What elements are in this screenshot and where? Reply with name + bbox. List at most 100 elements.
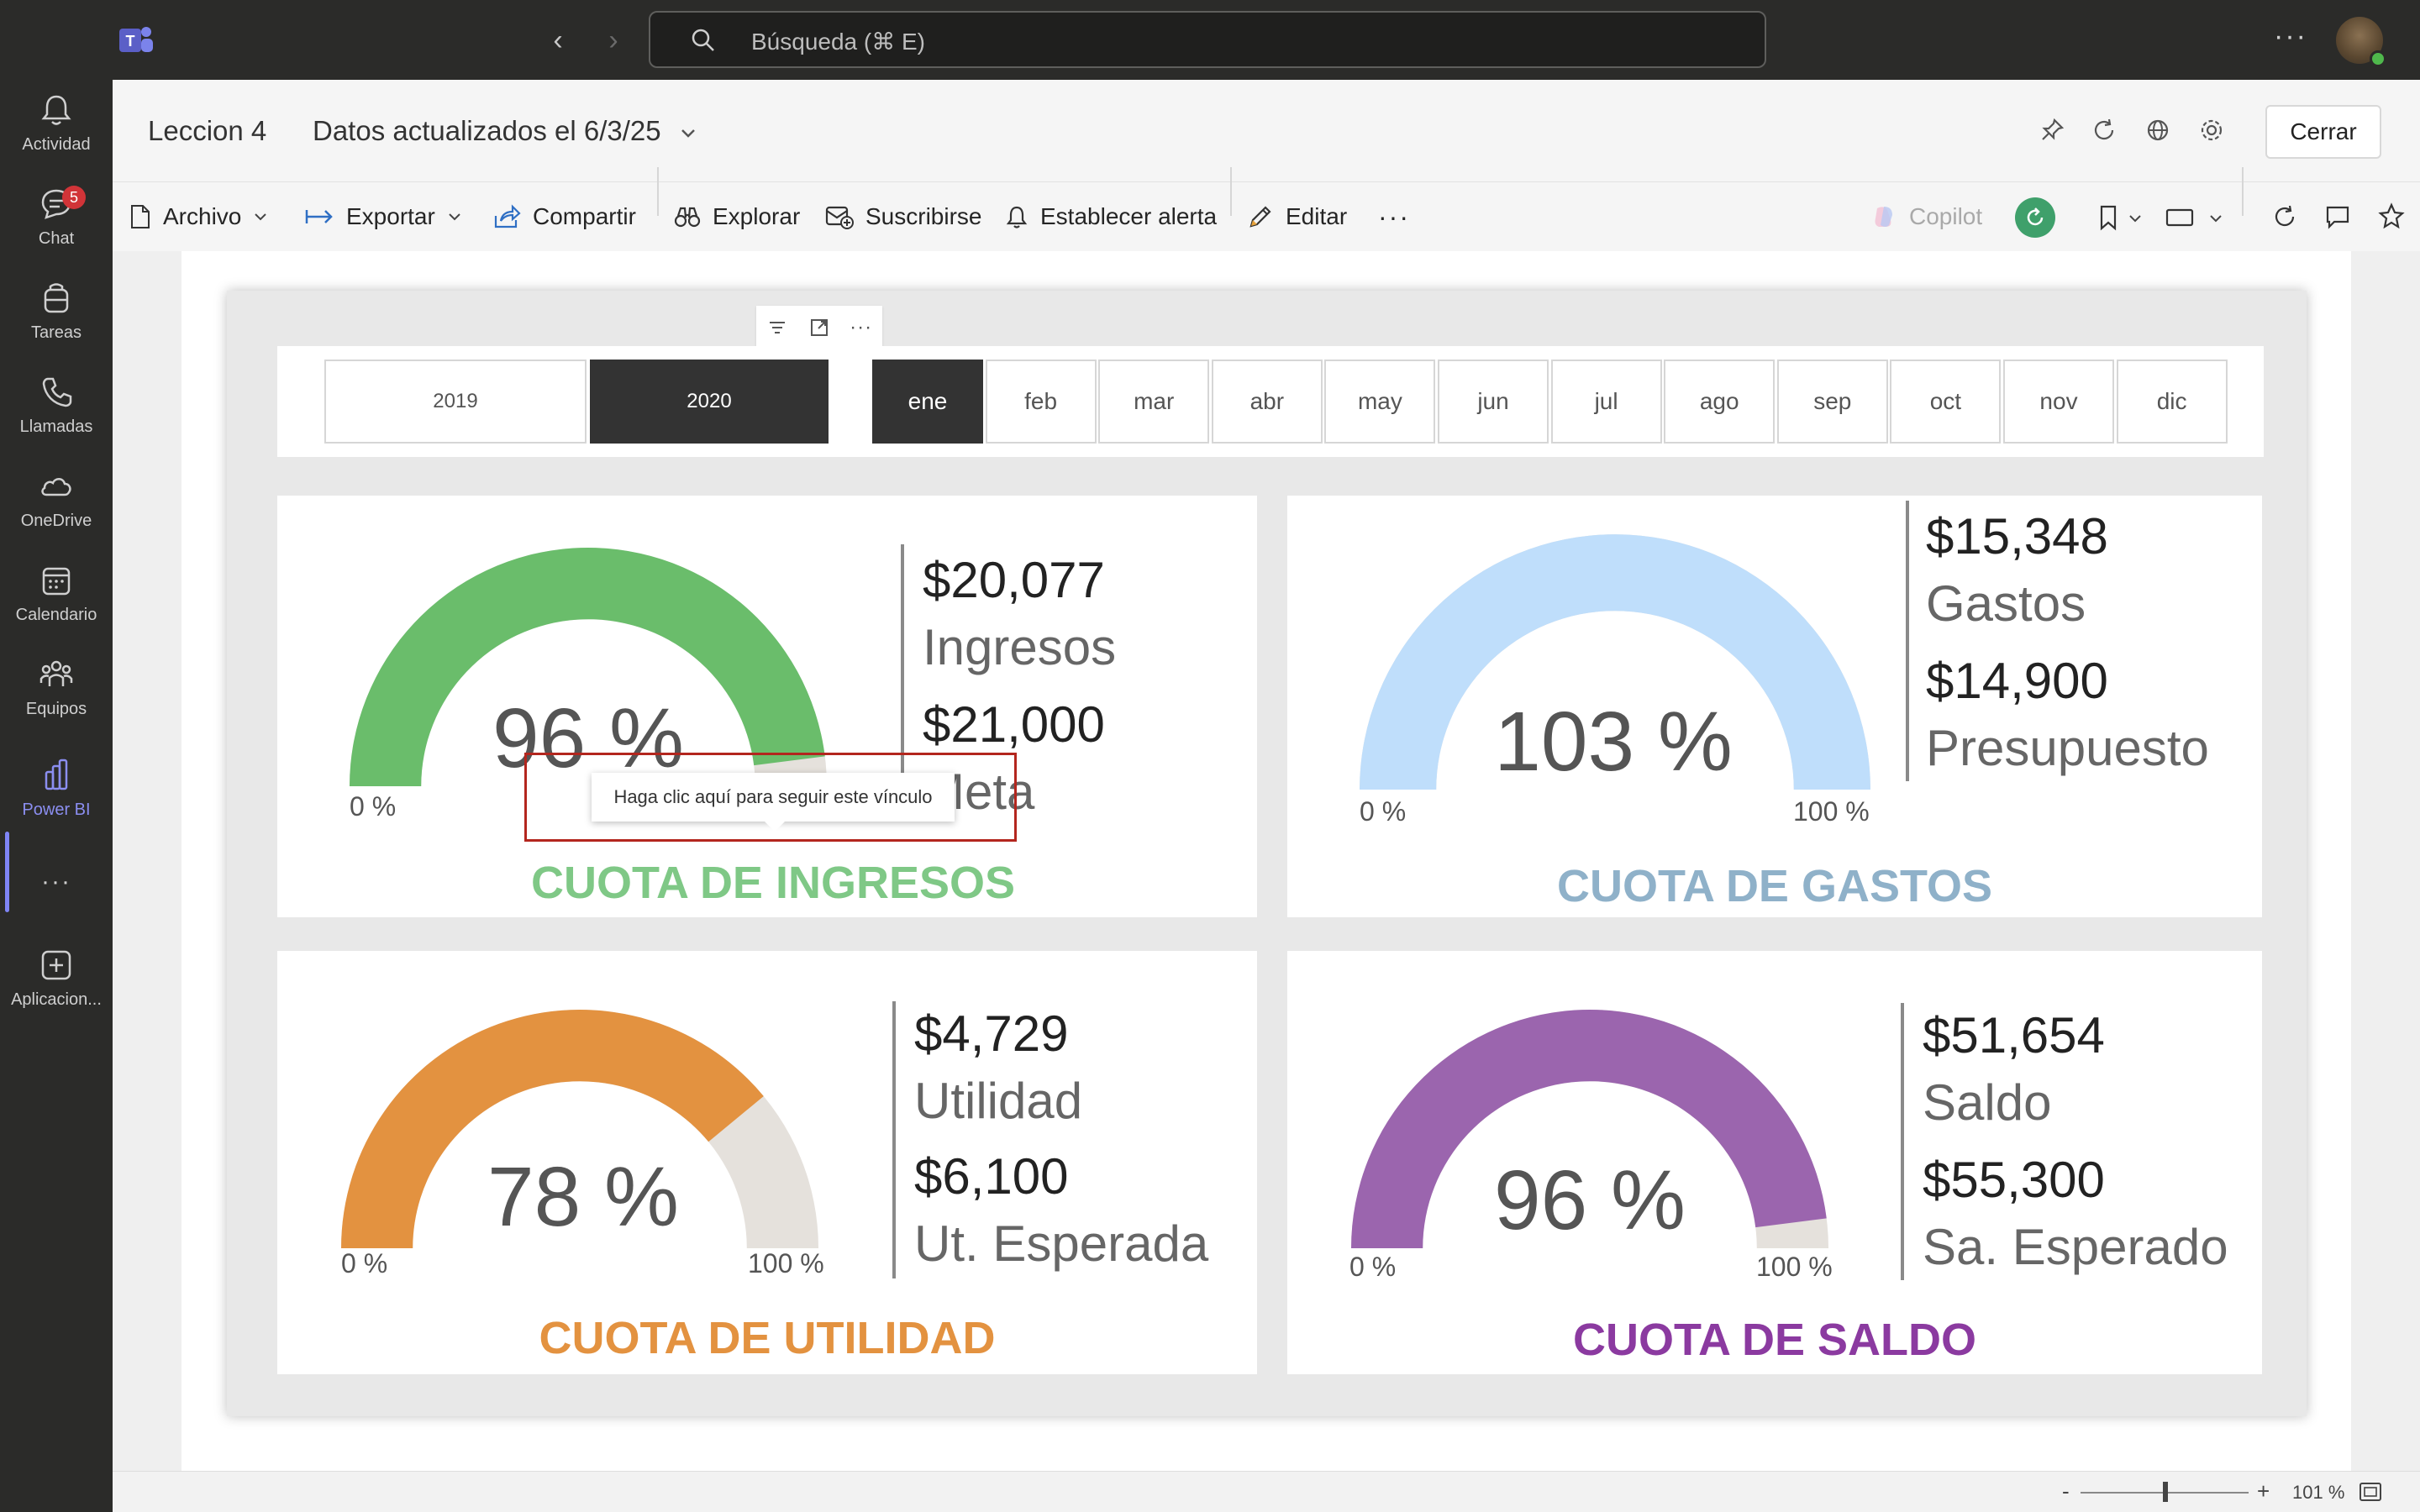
chevron-down-icon[interactable] (2208, 211, 2223, 226)
zoom-in-button[interactable]: + (2257, 1478, 2270, 1504)
suscribirse-label: Suscribirse (865, 203, 982, 229)
month-slicer-jun[interactable]: jun (1438, 360, 1549, 444)
rail-item-tareas[interactable]: Tareas (0, 280, 113, 364)
month-slicer-nov[interactable]: nov (2003, 360, 2114, 444)
year-slicer-2019[interactable]: 2019 (324, 360, 587, 444)
rail-more-icon[interactable]: ··· (0, 868, 113, 952)
kpi-divider (1906, 501, 1909, 781)
tasks-icon (44, 283, 69, 313)
focus-mode-icon[interactable] (808, 317, 830, 339)
exportar-label: Exportar (346, 203, 435, 229)
svg-text:T: T (126, 33, 135, 50)
kpi-value: $14,900 (1926, 653, 2108, 709)
view-icon[interactable] (2165, 206, 2195, 229)
rail-label: Aplicacion... (11, 990, 102, 1009)
card-title: CUOTA DE SALDO (1573, 1315, 1976, 1365)
exportar-menu[interactable]: Exportar (304, 182, 474, 251)
fit-to-page-icon[interactable] (2358, 1480, 2383, 1504)
rail-item-llamadas[interactable]: Llamadas (0, 374, 113, 458)
kpi-label: Presupuesto (1926, 720, 2209, 776)
pin-icon[interactable] (2039, 117, 2065, 144)
refresh-icon[interactable] (2091, 117, 2118, 144)
month-slicer-mar[interactable]: mar (1098, 360, 1210, 444)
chevron-down-icon (681, 129, 695, 139)
back-arrow-icon[interactable]: ‹ (541, 24, 575, 57)
month-slicer-oct[interactable]: oct (1890, 360, 2002, 444)
more-options-icon[interactable]: ··· (1378, 182, 1410, 251)
data-updated-dropdown[interactable]: Datos actualizados el 6/3/25 (313, 115, 697, 147)
gauge-min-label: 0 % (341, 1248, 388, 1278)
kpi-label: Utilidad (914, 1073, 1083, 1129)
title-bar: T ‹ › Búsqueda (⌘ E) ··· (0, 0, 2420, 80)
gear-icon[interactable] (2198, 117, 2225, 144)
search-placeholder: Búsqueda (⌘ E) (751, 29, 925, 55)
zoom-level: 101 % (2292, 1482, 2345, 1503)
explorar-button[interactable]: Explorar (674, 182, 800, 251)
month-slicer-jul[interactable]: jul (1550, 360, 1662, 444)
rail-label: Actividad (22, 135, 91, 154)
subscribe-icon (825, 206, 854, 229)
kpi-label: Gastos (1926, 575, 2086, 632)
month-slicer-feb[interactable]: feb (985, 360, 1097, 444)
rail-item-chat[interactable]: 5 Chat (0, 186, 113, 270)
gauge-max-label: 100 % (1756, 1252, 1833, 1282)
kpi-value: $55,300 (1923, 1152, 2105, 1208)
editar-button[interactable]: Editar (1247, 182, 1347, 251)
export-icon (305, 210, 333, 223)
rail-item-actividad[interactable]: Actividad (0, 92, 113, 176)
data-updated-label: Datos actualizados el 6/3/25 (313, 115, 661, 146)
search-icon (692, 29, 714, 51)
tooltip-arrow (763, 820, 786, 832)
forward-arrow-icon[interactable]: › (597, 24, 630, 57)
visual-more-icon[interactable]: ··· (850, 316, 872, 339)
reset-filters-icon[interactable] (2015, 197, 2055, 238)
archivo-label: Archivo (163, 203, 242, 229)
rail-item-onedrive[interactable]: OneDrive (0, 468, 113, 552)
card-title: CUOTA DE GASTOS (1556, 861, 1993, 911)
zoom-out-button[interactable]: - (2062, 1478, 2070, 1504)
copilot-label: Copilot (1909, 203, 1983, 229)
kpi-divider (1901, 1003, 1904, 1280)
cloud-icon (41, 478, 71, 496)
avatar[interactable] (2336, 17, 2386, 67)
month-slicer-ago[interactable]: ago (1664, 360, 1776, 444)
rail-item-calendario[interactable]: Calendario (0, 562, 113, 646)
kpi-label: Saldo (1923, 1074, 2052, 1131)
gauge-min-label: 0 % (1349, 1252, 1397, 1282)
link-tooltip: Haga clic aquí para seguir este vínculo (592, 773, 955, 822)
rail-item-power-bi[interactable]: Power BI (0, 757, 113, 841)
add-app-icon (41, 950, 71, 980)
search-input[interactable]: Búsqueda (⌘ E) (649, 11, 1766, 68)
status-bar: - + 101 % (113, 1471, 2420, 1512)
chevron-down-icon[interactable] (2128, 211, 2143, 226)
zoom-slider-thumb[interactable] (2163, 1482, 2168, 1502)
archivo-menu[interactable]: Archivo (129, 182, 280, 251)
gauge-min-label: 0 % (1360, 796, 1407, 827)
refresh-icon[interactable] (2272, 204, 2297, 229)
share-icon (494, 204, 521, 228)
rail-item-equipos[interactable]: Equipos (0, 656, 113, 740)
comment-icon[interactable] (2324, 204, 2351, 229)
suscribirse-button[interactable]: Suscribirse (825, 182, 981, 251)
kpi-value: $20,077 (923, 552, 1105, 608)
gauge-max-label: 100 % (1793, 796, 1870, 827)
close-button[interactable]: Cerrar (2265, 105, 2381, 159)
compartir-button[interactable]: Compartir (492, 182, 636, 251)
copilot-button[interactable]: Copilot (1870, 182, 1982, 251)
star-icon[interactable] (2378, 202, 2405, 229)
establecer-alerta-button[interactable]: Establecer alerta (1005, 182, 1217, 251)
month-slicer-may[interactable]: may (1324, 360, 1436, 444)
bell-icon (41, 95, 71, 125)
month-slicer-abr[interactable]: abr (1211, 360, 1323, 444)
bookmark-icon[interactable] (2096, 204, 2121, 231)
more-options-icon[interactable]: ··· (2274, 20, 2307, 53)
month-slicer-sep[interactable]: sep (1776, 360, 1888, 444)
calendar-icon (42, 567, 71, 596)
rail-item-aplicaciones[interactable]: Aplicacion... (0, 947, 113, 1031)
globe-icon[interactable] (2144, 117, 2171, 144)
year-slicer-2020[interactable]: 2020 (590, 360, 829, 444)
gauge-percent: 78 % (487, 1150, 679, 1244)
month-slicer-ene[interactable]: ene (872, 360, 983, 444)
month-slicer-dic[interactable]: dic (2116, 360, 2228, 444)
filter-icon[interactable] (766, 317, 788, 339)
